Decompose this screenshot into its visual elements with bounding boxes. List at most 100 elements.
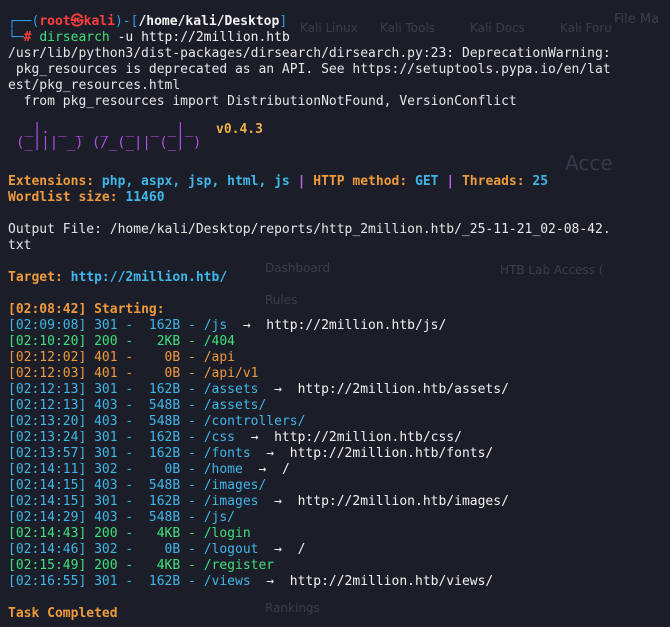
result-status: 301: [94, 318, 118, 333]
result-row: [02:14:15] 301 - 162B - /images → http:/…: [8, 494, 509, 509]
config-separator: |: [446, 174, 455, 189]
result-redirect: http://2million.htb/images/: [297, 494, 509, 509]
wordlist-line: Wordlist size: 11460: [8, 190, 668, 206]
result-size: 4KB: [156, 558, 181, 573]
target-label: Target:: [8, 270, 63, 285]
result-redirect: http://2million.htb/fonts/: [289, 446, 494, 461]
target-url: http://2million.htb/: [70, 270, 228, 285]
result-row: [02:12:02] 401 - 0B - /api: [8, 350, 235, 365]
result-time: [02:14:43]: [8, 526, 87, 541]
result-path: /css: [203, 430, 235, 445]
result-size: 162B: [148, 430, 181, 445]
result-status: 403: [94, 398, 118, 413]
redirect-arrow-icon: →: [266, 446, 275, 461]
result-path: /404: [203, 334, 235, 349]
dirsearch-logo-art: _|. _ _ _ _ _ _|_ (_||| _) (/_(_|| (_| ): [16, 112, 201, 150]
result-size: 548B: [148, 510, 181, 525]
result-time: [02:12:13]: [8, 398, 87, 413]
extensions-value: php, aspx, jsp, html, js: [101, 174, 290, 189]
terminal-output: ┌──(root㉿kali)-[/home/kali/Desktop] └─# …: [8, 14, 668, 622]
result-path: /api/v1: [203, 366, 259, 381]
result-path: /js: [203, 318, 228, 333]
result-status: 302: [94, 462, 118, 477]
result-status: 301: [94, 446, 118, 461]
result-row: [02:13:57] 301 - 162B - /fonts → http://…: [8, 446, 494, 461]
result-time: [02:14:29]: [8, 510, 87, 525]
logo-art-row-2: (_||| _) (/_(_|| (_| ): [16, 135, 202, 151]
starting-line: [02:08:42] Starting:: [8, 302, 668, 318]
dirsearch-version: v0.4.3: [216, 122, 263, 137]
results-list: [02:09:08] 301 - 162B - /js → http://2mi…: [8, 318, 668, 590]
result-status: 200: [94, 526, 118, 541]
result-size: 2KB: [156, 334, 181, 349]
result-path: /controllers/: [203, 414, 306, 429]
extensions-label: Extensions:: [8, 174, 95, 189]
redirect-arrow-icon: →: [274, 494, 282, 509]
config-line: Extensions: php, aspx, jsp, html, js | H…: [8, 174, 668, 190]
result-row: [02:14:15] 403 - 548B - /images/: [8, 478, 267, 493]
result-path: /views: [203, 574, 251, 589]
warning-line-4: from pkg_resources import DistributionNo…: [8, 94, 517, 109]
result-path: /images/: [203, 478, 267, 493]
result-size: 162B: [148, 494, 181, 509]
result-time: [02:12:02]: [8, 350, 87, 365]
dirsearch-banner: _|. _ _ _ _ _ _|_ (_||| _) (/_(_|| (_| )…: [8, 110, 668, 158]
result-status: 301: [94, 494, 118, 509]
result-redirect: /: [297, 542, 306, 557]
result-path: /api: [203, 350, 235, 365]
redirect-arrow-icon: →: [242, 318, 251, 333]
result-size: 162B: [148, 318, 181, 333]
result-size: 548B: [148, 398, 181, 413]
result-path: /js/: [203, 510, 235, 525]
result-time: [02:16:55]: [8, 574, 87, 589]
output-file-line-1: Output File: /home/kali/Desktop/reports/…: [8, 222, 611, 237]
prompt-user: root: [39, 14, 71, 29]
result-size: 0B: [164, 542, 181, 557]
result-path: /images: [203, 494, 259, 509]
prompt-header: ┌──(root㉿kali)-[/home/kali/Desktop]: [8, 14, 288, 29]
redirect-arrow-icon: →: [266, 574, 275, 589]
result-path: /assets: [203, 382, 259, 397]
command-args: -u http://2million.htb: [117, 30, 290, 45]
prompt-symbol: #: [23, 30, 32, 45]
threads-value: 25: [532, 174, 549, 189]
starting-label: Starting:: [94, 302, 165, 317]
method-value: GET: [415, 174, 439, 189]
result-time: [02:14:15]: [8, 478, 87, 493]
result-row: [02:10:20] 200 - 2KB - /404: [8, 334, 235, 349]
result-status: 301: [94, 430, 118, 445]
wordlist-value: 11460: [125, 190, 165, 205]
result-size: 0B: [164, 350, 181, 365]
redirect-arrow-icon: →: [274, 542, 282, 557]
result-path: /logout: [203, 542, 259, 557]
result-time: [02:09:08]: [8, 318, 87, 333]
result-row: [02:14:29] 403 - 548B - /js/: [8, 510, 235, 525]
result-status: 403: [94, 510, 118, 525]
redirect-arrow-icon: →: [274, 382, 282, 397]
result-size: 162B: [148, 446, 181, 461]
result-path: /fonts: [203, 446, 251, 461]
result-row: [02:12:13] 301 - 162B - /assets → http:/…: [8, 382, 509, 397]
result-size: 0B: [164, 366, 181, 381]
result-status: 401: [94, 366, 118, 381]
result-redirect: http://2million.htb/js/: [266, 318, 447, 333]
result-row: [02:14:46] 302 - 0B - /logout → /: [8, 542, 306, 557]
task-completed: Task Completed: [8, 606, 118, 621]
result-redirect: http://2million.htb/css/: [274, 430, 462, 445]
warning-line-2: pkg_resources is deprecated as an API. S…: [8, 62, 611, 77]
result-row: [02:09:08] 301 - 162B - /js → http://2mi…: [8, 318, 447, 333]
result-row: [02:13:20] 403 - 548B - /controllers/: [8, 414, 306, 429]
command-name: dirsearch: [39, 30, 110, 45]
result-time: [02:13:57]: [8, 446, 87, 461]
result-time: [02:13:20]: [8, 414, 87, 429]
result-time: [02:14:11]: [8, 462, 87, 477]
result-status: 200: [94, 334, 118, 349]
config-separator: |: [297, 174, 306, 189]
result-size: 0B: [164, 462, 181, 477]
redirect-arrow-icon: →: [250, 430, 259, 445]
output-file-line-2: txt: [8, 238, 32, 253]
result-status: 301: [94, 574, 118, 589]
result-redirect: /: [281, 462, 290, 477]
result-path: /assets/: [203, 398, 267, 413]
redirect-arrow-icon: →: [258, 462, 267, 477]
